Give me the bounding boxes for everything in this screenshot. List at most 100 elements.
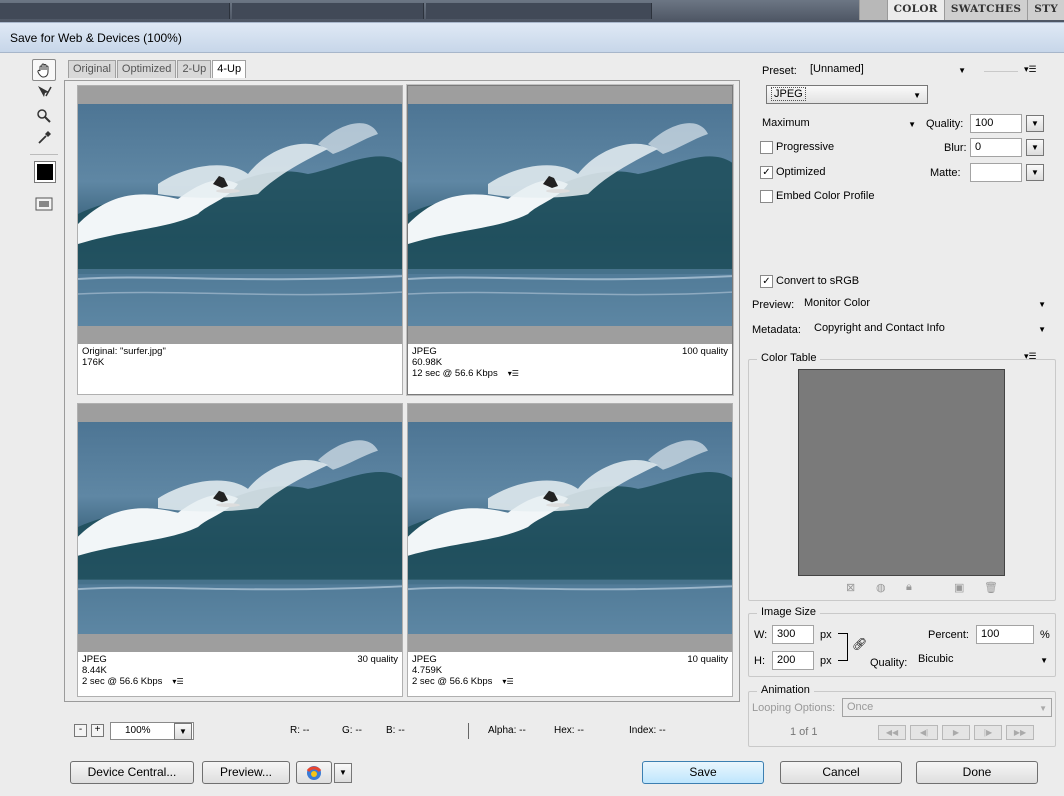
- lock-color-icon[interactable]: 🔒︎: [906, 581, 912, 594]
- pane-menu-icon[interactable]: ▾☰: [172, 677, 183, 686]
- resample-quality-label: Quality:: [870, 657, 908, 669]
- height-unit: px: [820, 655, 832, 667]
- preview-pane-optimized-2[interactable]: JPEG 8.44K 2 sec @ 56.6 Kbps ▾☰ 30 qualit…: [77, 403, 403, 697]
- trash-icon[interactable]: 🗑︎: [984, 581, 998, 594]
- slice-select-tool-icon[interactable]: [32, 81, 56, 103]
- eyedropper-color-fill: [37, 164, 53, 180]
- pane-canvas-margin: [78, 326, 402, 344]
- tab-optimized[interactable]: Optimized: [116, 60, 177, 78]
- readout-b: B: --: [386, 725, 405, 736]
- optimized-checkbox[interactable]: ✓: [760, 166, 773, 179]
- pane-canvas-margin: [408, 404, 732, 422]
- preview-pane-optimized-3[interactable]: JPEG 4.759K 2 sec @ 56.6 Kbps ▾☰ 10 quali…: [407, 403, 733, 697]
- preview-pane-original[interactable]: Original: "surfer.jpg" 176K: [77, 85, 403, 395]
- previous-frame-icon[interactable]: ◀|: [910, 725, 938, 740]
- pane-format: JPEG: [412, 654, 437, 665]
- convert-srgb-checkbox[interactable]: ✓: [760, 275, 773, 288]
- toggle-slices-icon[interactable]: [32, 193, 56, 215]
- new-color-icon[interactable]: ▣: [954, 581, 964, 594]
- preview-select[interactable]: Monitor Color ▼: [800, 295, 1050, 314]
- preview-value: Monitor Color: [804, 297, 871, 309]
- chevron-down-icon[interactable]: ▼: [174, 723, 192, 740]
- tab-2up[interactable]: 2-Up: [177, 60, 212, 78]
- matte-label: Matte:: [930, 167, 961, 179]
- preview-button[interactable]: Preview...: [202, 761, 290, 784]
- pane-quality: 10 quality: [687, 654, 728, 665]
- file-format-select[interactable]: JPEG ▼: [766, 85, 928, 104]
- dialog-titlebar: Save for Web & Devices (100%): [0, 23, 1064, 53]
- pane-info: JPEG 60.98K 12 sec @ 56.6 Kbps ▾☰ 100 qua…: [408, 344, 732, 394]
- chain-link-icon[interactable]: 🔗︎: [852, 637, 867, 651]
- pane-canvas-margin: [408, 326, 732, 344]
- chevron-down-icon: ▼: [1039, 704, 1047, 713]
- tab-styles[interactable]: STY: [1027, 0, 1064, 20]
- pane-size: 60.98K: [412, 357, 443, 368]
- matte-input[interactable]: [970, 163, 1022, 182]
- progressive-checkbox[interactable]: [760, 141, 773, 154]
- next-frame-icon[interactable]: |▶: [974, 725, 1002, 740]
- device-central-button[interactable]: Device Central...: [70, 761, 194, 784]
- looping-options-value: Once: [847, 701, 874, 713]
- color-table-menu-icon[interactable]: ▾☰: [1024, 351, 1037, 362]
- looping-options-select[interactable]: Once ▼: [842, 698, 1052, 717]
- pane-info: JPEG 8.44K 2 sec @ 56.6 Kbps ▾☰ 30 qualit…: [78, 652, 402, 696]
- panel-icon-button[interactable]: [858, 0, 887, 20]
- surfer-photo: [408, 422, 732, 634]
- done-button[interactable]: Done: [916, 761, 1038, 784]
- metadata-select[interactable]: Copyright and Contact Info ▼: [810, 320, 1050, 339]
- quality-chevron-icon[interactable]: ▼: [1026, 115, 1044, 132]
- preset-select[interactable]: [Unnamed] ▼: [806, 61, 974, 80]
- pane-download-time: 2 sec @ 56.6 Kbps: [82, 676, 163, 687]
- play-icon[interactable]: ▶: [942, 725, 970, 740]
- height-input[interactable]: 200: [772, 651, 814, 670]
- zoom-tool-icon[interactable]: [32, 105, 56, 127]
- hand-tool-icon[interactable]: [32, 59, 56, 81]
- pane-format: JPEG: [82, 654, 107, 665]
- readout-index: Index: --: [629, 725, 666, 736]
- cancel-button[interactable]: Cancel: [780, 761, 902, 784]
- save-button[interactable]: Save: [642, 761, 764, 784]
- preset-value: [Unnamed]: [810, 63, 864, 75]
- tab-4up[interactable]: 4-Up: [212, 60, 247, 78]
- chevron-down-icon: ▼: [908, 120, 916, 129]
- tab-swatches[interactable]: SWATCHES: [943, 0, 1028, 20]
- resample-quality-select[interactable]: Bicubic ▼: [914, 651, 1052, 670]
- zoom-level-value: 100%: [125, 725, 151, 736]
- web-shift-icon[interactable]: ◍: [876, 581, 886, 594]
- eyedropper-color-swatch[interactable]: [34, 161, 56, 183]
- tab-original[interactable]: Original: [68, 60, 116, 78]
- metadata-label: Metadata:: [752, 324, 801, 336]
- zoom-in-button[interactable]: +: [91, 724, 104, 737]
- embed-color-profile-checkbox[interactable]: [760, 190, 773, 203]
- embed-color-profile-label: Embed Color Profile: [776, 190, 875, 202]
- map-to-transparent-icon[interactable]: ⊠: [846, 581, 855, 594]
- color-table-swatches[interactable]: [798, 369, 1005, 576]
- readout-r: R: --: [290, 725, 310, 736]
- pane-menu-icon[interactable]: ▾☰: [508, 369, 519, 378]
- browser-icon[interactable]: [296, 761, 332, 784]
- pane-canvas-margin: [408, 86, 732, 104]
- browser-menu-chevron-icon[interactable]: ▼: [334, 763, 352, 783]
- surfer-photo: [78, 104, 402, 326]
- file-format-value: JPEG: [771, 87, 806, 101]
- first-frame-icon[interactable]: ◀◀: [878, 725, 906, 740]
- color-table-title: Color Table: [757, 352, 821, 364]
- percent-unit: %: [1040, 629, 1050, 641]
- last-frame-icon[interactable]: ▶▶: [1006, 725, 1034, 740]
- width-input[interactable]: 300: [772, 625, 814, 644]
- blur-chevron-icon[interactable]: ▼: [1026, 139, 1044, 156]
- quality-input[interactable]: 100: [970, 114, 1022, 133]
- pane-menu-icon[interactable]: ▾☰: [502, 677, 513, 686]
- optimize-menu-icon[interactable]: ▾☰: [1024, 64, 1037, 75]
- chevron-down-icon: ▼: [1038, 300, 1046, 309]
- blur-input[interactable]: 0: [970, 138, 1022, 157]
- eyedropper-tool-icon[interactable]: [32, 127, 56, 149]
- save-for-web-dialog: Save for Web & Devices (100%) Original O…: [0, 22, 1064, 796]
- percent-input[interactable]: 100: [976, 625, 1034, 644]
- app-bar-segment: [426, 3, 652, 19]
- tab-color[interactable]: COLOR: [886, 0, 944, 20]
- matte-chevron-icon[interactable]: ▼: [1026, 164, 1044, 181]
- preview-pane-optimized-1[interactable]: JPEG 60.98K 12 sec @ 56.6 Kbps ▾☰ 100 qua…: [406, 84, 734, 396]
- compression-select[interactable]: Maximum ▼: [758, 115, 920, 134]
- zoom-out-button[interactable]: -: [74, 724, 87, 737]
